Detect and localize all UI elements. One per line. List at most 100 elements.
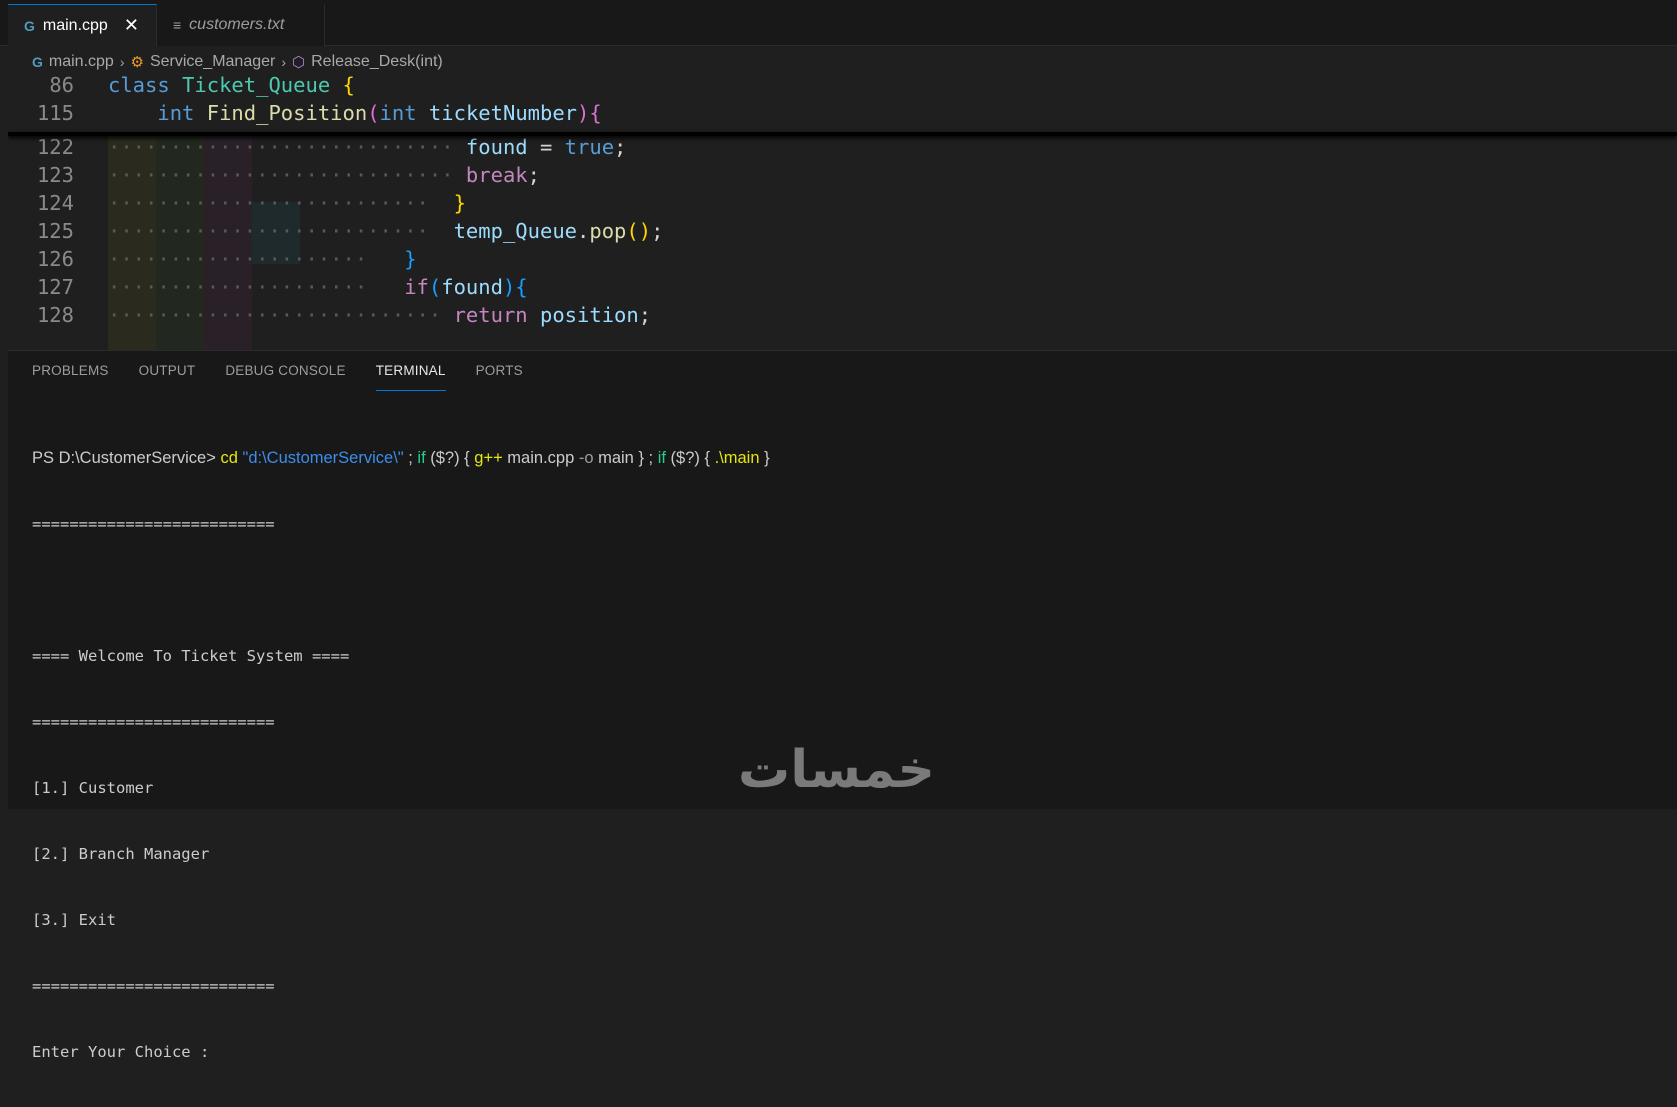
breadcrumb: G main.cpp › ⚙ Service_Manager › ⬡ Relea… xyxy=(0,48,1677,76)
cmd-cond: ($?) { xyxy=(425,449,475,467)
code-token: ···························· xyxy=(108,163,454,187)
line-number: 125 xyxy=(36,219,74,243)
code-token: temp_Queue xyxy=(453,219,578,243)
code-line[interactable]: 126 ····················· } xyxy=(8,244,1677,274)
editor-tab-bar: G main.cpp ✕ ≡ customers.txt xyxy=(0,0,1677,47)
code-line[interactable]: 124 ·························· } xyxy=(8,188,1677,218)
terminal-line: ========================== xyxy=(32,515,275,533)
code-editor[interactable]: 122 ···························· found = … xyxy=(8,76,1677,350)
line-number: 127 xyxy=(36,275,74,299)
line-number: 128 xyxy=(36,303,74,327)
code-token: { xyxy=(342,76,355,97)
code-token: ; xyxy=(651,219,664,243)
code-token: ···························· xyxy=(108,135,454,159)
tab-output[interactable]: OUTPUT xyxy=(139,351,196,391)
sticky-scroll-line[interactable]: 86 class Ticket_Queue { xyxy=(8,76,1677,100)
panel-tabs: PROBLEMS OUTPUT DEBUG CONSOLE TERMINAL P… xyxy=(8,351,529,391)
code-token: ····················· xyxy=(108,247,368,271)
code-token: int xyxy=(157,101,195,125)
breadcrumb-class[interactable]: Service_Manager xyxy=(150,53,275,71)
code-text: int Find_Position(int ticketNumber){ xyxy=(108,98,601,128)
chevron-right-icon: › xyxy=(281,54,287,70)
tab-ports[interactable]: PORTS xyxy=(476,351,523,391)
cmd-path: "d:\CustomerService\" xyxy=(237,449,404,467)
code-line[interactable]: 122 ···························· found = … xyxy=(8,132,1677,162)
code-token: ; xyxy=(527,163,540,187)
tab-problems[interactable]: PROBLEMS xyxy=(32,351,109,391)
terminal-line: [3.] Exit xyxy=(32,911,116,929)
tab-main-cpp[interactable]: G main.cpp ✕ xyxy=(8,4,157,47)
cmd-if: if xyxy=(657,449,666,467)
code-text: class Ticket_Queue { xyxy=(108,76,355,100)
code-line[interactable]: 128 ··························· return po… xyxy=(8,300,1677,330)
code-token: Find_Position xyxy=(206,101,368,125)
cmd-out: main } ; xyxy=(593,449,658,467)
terminal-output[interactable]: PS D:\CustomerService> cd "d:\CustomerSe… xyxy=(32,403,770,1107)
code-token: found xyxy=(465,135,528,159)
terminal-line: [2.] Branch Manager xyxy=(32,845,210,863)
cmd-run: .\main xyxy=(714,449,760,467)
chevron-right-icon: › xyxy=(119,54,125,70)
code-token: ( xyxy=(428,275,442,299)
code-token: ; xyxy=(614,135,627,159)
code-token: ····················· xyxy=(108,275,368,299)
code-text: ····················· } xyxy=(108,244,417,274)
class-symbol-icon: ⚙ xyxy=(130,54,144,71)
terminal-line: ==== Welcome To Ticket System ==== xyxy=(32,647,350,665)
code-text: ···························· found = tru… xyxy=(108,132,626,162)
code-token: pop xyxy=(589,219,627,243)
sticky-scroll-line[interactable]: 115 int Find_Position(int ticketNumber){ xyxy=(8,98,1677,128)
code-text: ···························· break; xyxy=(108,160,540,190)
code-token: position xyxy=(540,303,639,327)
method-symbol-icon: ⬡ xyxy=(292,54,306,71)
code-token: ·························· xyxy=(108,219,429,243)
code-token: = xyxy=(527,135,565,159)
code-token: } xyxy=(404,247,417,271)
tab-debug-console[interactable]: DEBUG CONSOLE xyxy=(225,351,345,391)
breadcrumb-method[interactable]: Release_Desk(int) xyxy=(311,53,443,71)
cmd-args: main.cpp xyxy=(502,449,579,467)
tab-customers-txt[interactable]: ≡ customers.txt xyxy=(157,4,325,46)
tab-terminal[interactable]: TERMINAL xyxy=(375,351,446,391)
code-line[interactable]: 125 ·························· temp_Queue… xyxy=(8,216,1677,246)
line-number: 115 xyxy=(36,101,74,125)
code-token: . xyxy=(577,219,590,243)
cmd-end: } xyxy=(759,449,770,467)
line-number: 126 xyxy=(36,247,74,271)
code-token: ){ xyxy=(502,275,528,299)
code-token: ·························· xyxy=(108,191,429,215)
tab-label: main.cpp xyxy=(42,16,108,34)
breadcrumb-file[interactable]: main.cpp xyxy=(49,53,114,71)
tab-label: customers.txt xyxy=(189,16,285,33)
code-line[interactable]: 123 ···························· break; xyxy=(8,160,1677,190)
terminal-line: [1.] Customer xyxy=(32,779,154,797)
code-token: ··························· xyxy=(108,303,442,327)
cmd-cd: cd xyxy=(220,449,238,467)
code-token: if xyxy=(404,275,429,299)
cmd-gpp: g++ xyxy=(474,449,503,467)
line-number: 86 xyxy=(49,76,74,97)
code-token: class xyxy=(108,76,170,97)
cpp-file-icon: G xyxy=(24,17,35,34)
terminal-line: ========================== xyxy=(32,977,275,995)
code-line[interactable]: 127 ····················· if(found){ xyxy=(8,272,1677,302)
line-number: 122 xyxy=(36,135,74,159)
cmd-cond: ($?) { xyxy=(665,449,715,467)
close-icon[interactable]: ✕ xyxy=(124,15,139,36)
terminal-prompt: PS D:\CustomerService> xyxy=(32,449,221,467)
cpp-file-icon: G xyxy=(32,54,43,70)
text-file-icon: ≡ xyxy=(173,17,182,33)
code-text: ·························· temp_Queue.po… xyxy=(108,216,663,246)
line-number: 124 xyxy=(36,191,74,215)
code-token: found xyxy=(441,275,503,299)
